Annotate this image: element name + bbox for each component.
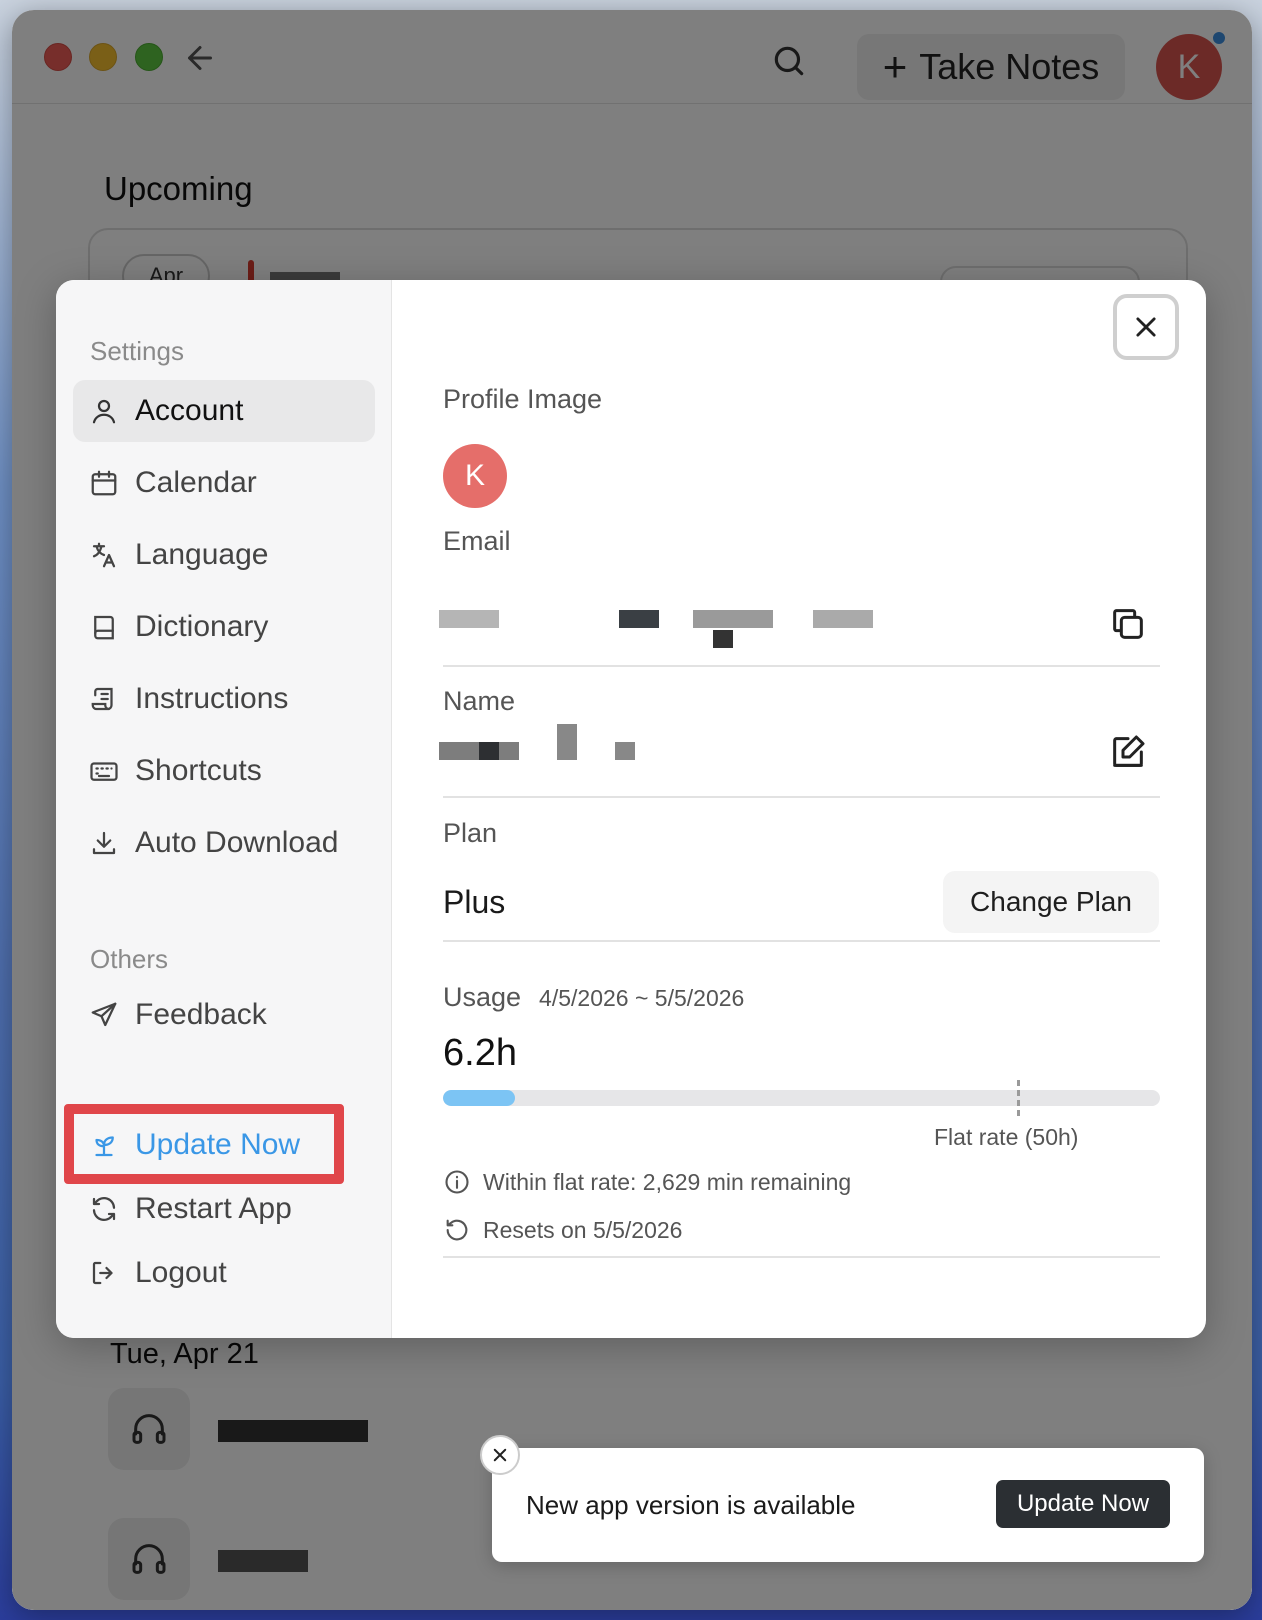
change-plan-button[interactable]: Change Plan	[943, 871, 1159, 933]
divider	[443, 940, 1160, 942]
download-icon	[92, 831, 116, 855]
name-label: Name	[443, 686, 516, 716]
close-icon	[1136, 317, 1156, 337]
sidebar-item-instructions[interactable]: Instructions	[73, 668, 375, 730]
usage-progress-bar	[443, 1090, 1160, 1106]
profile-image-label: Profile Image	[443, 384, 603, 414]
divider	[443, 796, 1160, 798]
sidebar-item-auto-download[interactable]: Auto Download	[73, 812, 375, 874]
sidebar-item-shortcuts[interactable]: Shortcuts	[73, 740, 375, 802]
sidebar-item-dictionary[interactable]: Dictionary	[73, 596, 375, 658]
user-icon	[92, 399, 116, 424]
sidebar-item-language[interactable]: Language	[73, 524, 375, 586]
usage-range: 4/5/2026 ~ 5/5/2026	[539, 985, 745, 1011]
copy-icon[interactable]	[1108, 604, 1148, 644]
keyboard-icon	[90, 762, 118, 781]
logout-icon	[92, 1261, 113, 1285]
email-label: Email	[443, 526, 511, 556]
close-icon	[493, 1448, 507, 1462]
profile-avatar[interactable]: K	[443, 444, 507, 508]
usage-progress-fill	[443, 1090, 515, 1106]
sidebar-item-label: Instructions	[135, 682, 289, 715]
sidebar-item-label: Auto Download	[135, 826, 339, 859]
sidebar-item-label: Account	[135, 394, 244, 427]
refresh-icon	[92, 1197, 116, 1221]
sidebar-item-label: Logout	[135, 1256, 227, 1289]
edit-icon[interactable]	[1108, 732, 1148, 772]
sidebar-item-logout[interactable]: Logout	[73, 1242, 375, 1304]
remaining-text: Within flat rate: 2,629 min remaining	[483, 1168, 852, 1195]
flat-rate-label: Flat rate (50h)	[934, 1124, 1079, 1150]
divider	[443, 665, 1160, 667]
section-label-others: Others	[90, 944, 169, 974]
remaining-info: Within flat rate: 2,629 min remaining	[443, 1168, 851, 1196]
plan-label: Plan	[443, 818, 498, 848]
sidebar-item-label: Shortcuts	[135, 754, 262, 787]
settings-sidebar: Settings Account Calendar Language Dicti…	[56, 280, 392, 1338]
translate-icon	[92, 542, 116, 568]
sidebar-item-label: Dictionary	[135, 610, 269, 643]
usage-header: Usage 4/5/2026 ~ 5/5/2026	[443, 982, 744, 1013]
sidebar-item-feedback[interactable]: Feedback	[73, 984, 375, 1046]
divider	[443, 1256, 1160, 1258]
book-icon	[94, 615, 114, 640]
sidebar-item-label: Restart App	[135, 1192, 292, 1225]
sidebar-item-label: Feedback	[135, 998, 267, 1031]
highlight-annotation	[64, 1104, 344, 1184]
sidebar-item-restart-app[interactable]: Restart App	[73, 1178, 375, 1240]
plan-value: Plus	[443, 884, 506, 920]
resets-info: Resets on 5/5/2026	[443, 1216, 682, 1244]
section-label-settings: Settings	[90, 336, 184, 366]
reset-icon	[446, 1219, 468, 1241]
toast-update-now-button[interactable]: Update Now	[996, 1480, 1170, 1528]
calendar-icon	[91, 470, 117, 496]
sidebar-item-account[interactable]: Account	[73, 380, 375, 442]
update-toast: New app version is available Update Now	[492, 1448, 1204, 1562]
toast-message: New app version is available	[526, 1490, 856, 1520]
info-icon	[445, 1170, 469, 1194]
flat-rate-marker	[1016, 1080, 1020, 1116]
close-modal-button[interactable]	[1113, 294, 1179, 360]
scroll-icon	[91, 687, 113, 711]
usage-label: Usage	[443, 982, 522, 1012]
usage-value: 6.2h	[443, 1032, 517, 1074]
toast-close-button[interactable]	[480, 1435, 520, 1475]
sidebar-item-calendar[interactable]: Calendar	[73, 452, 375, 514]
account-panel: Profile Image K Email Name Plan Plus Cha…	[393, 280, 1206, 1338]
sidebar-item-label: Calendar	[135, 466, 257, 499]
resets-text: Resets on 5/5/2026	[483, 1216, 683, 1243]
send-icon	[91, 1002, 117, 1027]
sidebar-item-label: Language	[135, 538, 269, 571]
settings-modal: Settings Account Calendar Language Dicti…	[56, 280, 1206, 1338]
